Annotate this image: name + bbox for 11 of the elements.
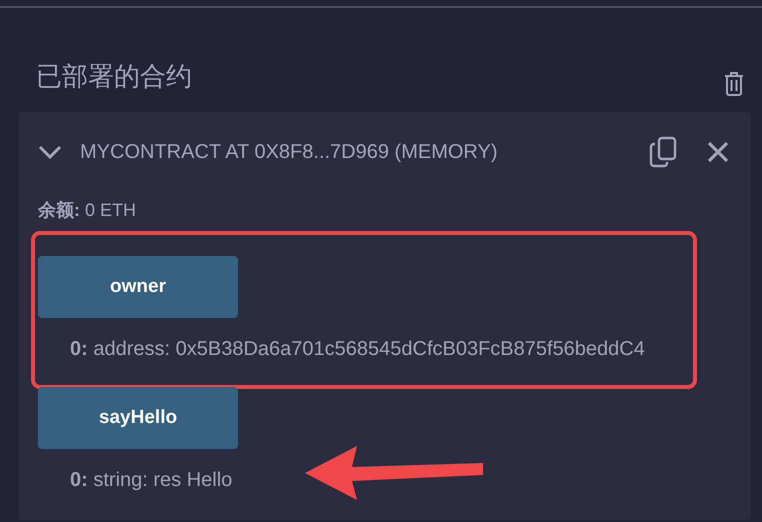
trash-icon[interactable]: [724, 70, 744, 96]
section-title: 已部署的合约: [36, 60, 192, 92]
output-text: 0: address: 0x5B38Da6a701c568545dCfcB03FcB875f56beddC4: [70, 337, 645, 362]
function-button[interactable]: owner: [38, 256, 238, 318]
chevron-down-icon[interactable]: [38, 145, 62, 159]
function-button[interactable]: sayHello: [38, 387, 238, 449]
copy-icon[interactable]: [649, 136, 677, 168]
close-icon[interactable]: [707, 141, 729, 163]
contract-title: MYCONTRACT AT 0X8F8...7D969 (MEMORY): [80, 140, 499, 164]
output-text: 0: string: res Hello: [70, 468, 232, 493]
balance-text: 余额: 0 ETH: [36, 199, 138, 222]
